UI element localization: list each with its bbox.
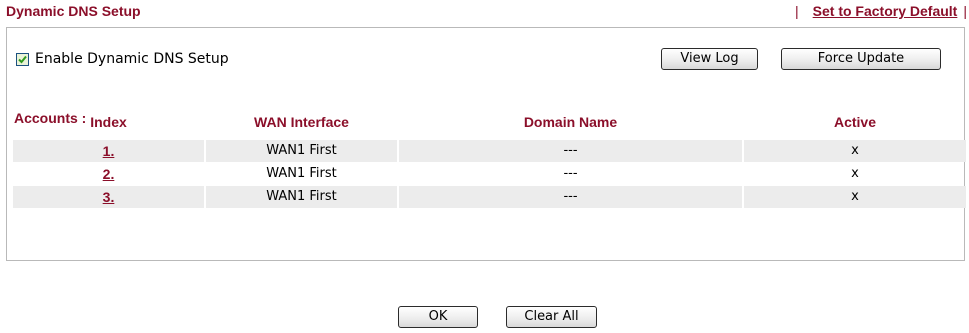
separator: | xyxy=(963,3,967,19)
set-factory-default-link[interactable]: Set to Factory Default xyxy=(813,3,958,19)
ok-button[interactable]: OK xyxy=(398,306,478,328)
domain-name-cell: --- xyxy=(563,143,578,158)
column-header-index: Index xyxy=(90,114,127,130)
account-index-link[interactable]: 1. xyxy=(103,143,115,159)
enable-ddns-checkbox[interactable] xyxy=(16,52,29,66)
wan-interface-cell: WAN1 First xyxy=(266,143,337,158)
separator: | xyxy=(795,3,799,19)
column-header-active: Active xyxy=(833,114,877,130)
clear-all-button[interactable]: Clear All xyxy=(506,306,597,328)
active-cell: x xyxy=(851,143,859,158)
domain-name-cell: --- xyxy=(563,166,578,181)
wan-interface-cell: WAN1 First xyxy=(266,189,337,204)
enable-ddns-label: Enable Dynamic DNS Setup xyxy=(35,51,229,67)
page-title: Dynamic DNS Setup xyxy=(6,3,141,19)
account-index-link[interactable]: 3. xyxy=(103,189,115,205)
table-row: 2. WAN1 First --- x xyxy=(13,163,966,185)
domain-name-cell: --- xyxy=(563,189,578,204)
view-log-button[interactable]: View Log xyxy=(661,48,758,70)
table-row: 1. WAN1 First --- x xyxy=(13,140,966,162)
active-cell: x xyxy=(851,166,859,181)
checkmark-icon xyxy=(17,53,28,65)
account-index-link[interactable]: 2. xyxy=(103,166,115,182)
column-header-domain-name: Domain Name xyxy=(523,114,618,130)
column-header-wan-interface: WAN Interface xyxy=(254,114,349,130)
table-row: 3. WAN1 First --- x xyxy=(13,186,966,208)
active-cell: x xyxy=(851,189,859,204)
factory-default-area: | Set to Factory Default | xyxy=(781,0,967,24)
wan-interface-cell: WAN1 First xyxy=(266,166,337,181)
enable-ddns-row: Enable Dynamic DNS Setup xyxy=(16,49,229,69)
force-update-button[interactable]: Force Update xyxy=(781,48,941,70)
